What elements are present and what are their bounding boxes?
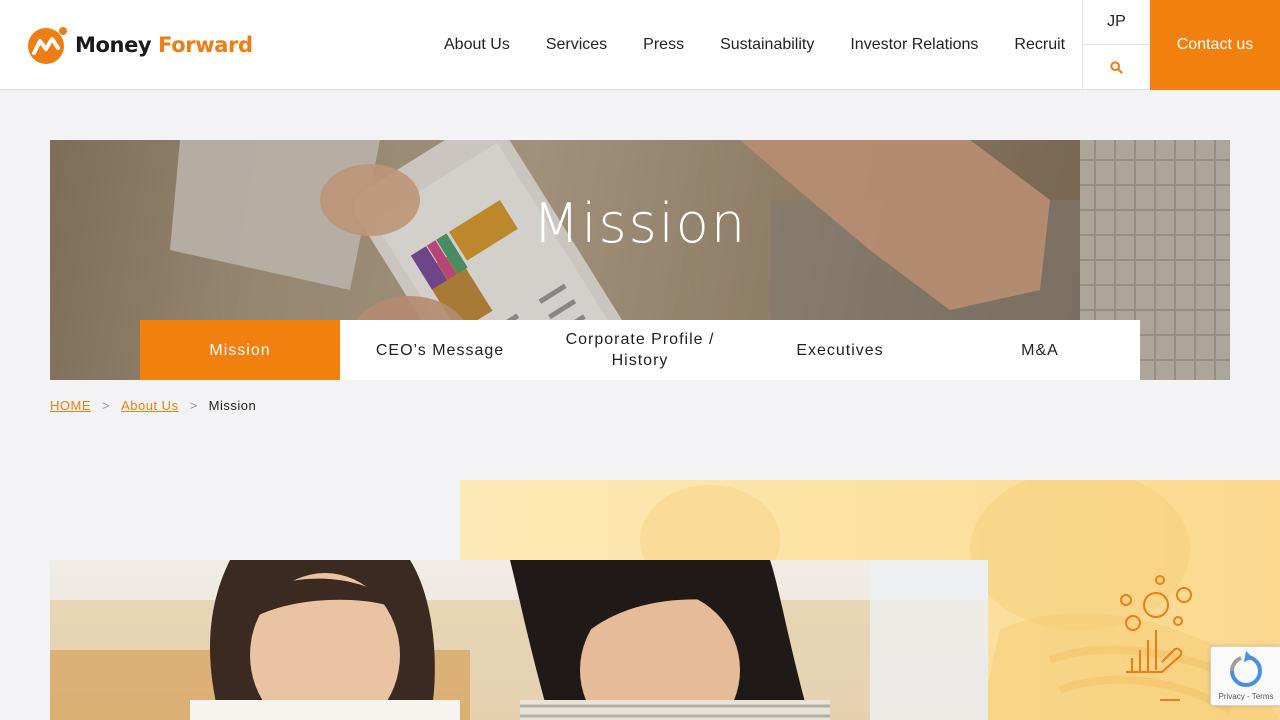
site-header: Money Forward About Us Services Press Su… (0, 0, 1280, 90)
breadcrumb-separator: > (189, 398, 198, 413)
breadcrumb-current: Mission (208, 398, 257, 413)
subnav-m-and-a[interactable]: M&A (940, 320, 1140, 380)
contact-us-button[interactable]: Contact us (1150, 0, 1280, 90)
logo-wordmark: Money Forward (75, 33, 253, 57)
growth-hand-icon (1120, 575, 1192, 701)
nav-press[interactable]: Press (625, 36, 702, 54)
search-icon (1110, 60, 1123, 74)
nav-investor-relations[interactable]: Investor Relations (832, 36, 996, 54)
language-switch[interactable]: JP (1083, 0, 1150, 45)
nav-about-us[interactable]: About Us (426, 36, 528, 54)
utility-box: JP (1082, 0, 1150, 89)
breadcrumb-about-us[interactable]: About Us (121, 398, 178, 413)
recaptcha-icon (1230, 651, 1262, 687)
nav-sustainability[interactable]: Sustainability (702, 36, 832, 54)
breadcrumb-home[interactable]: HOME (50, 398, 91, 413)
recaptcha-terms[interactable]: Privacy - Terms (1211, 692, 1280, 701)
nav-services[interactable]: Services (528, 36, 625, 54)
recaptcha-badge[interactable]: Privacy - Terms (1210, 646, 1280, 706)
breadcrumb: HOME > About Us > Mission (50, 398, 256, 413)
subnav-corporate-profile-history[interactable]: Corporate Profile / History (540, 320, 740, 380)
subnav-mission[interactable]: Mission (140, 320, 340, 380)
subnav-executives[interactable]: Executives (740, 320, 940, 380)
people-photo (50, 560, 988, 720)
about-subnav: Mission CEO’s Message Corporate Profile … (140, 320, 1140, 380)
money-forward-logo[interactable]: Money Forward (27, 26, 253, 64)
nav-recruit[interactable]: Recruit (996, 36, 1083, 54)
main-nav: About Us Services Press Sustainability I… (426, 0, 1083, 89)
breadcrumb-separator: > (102, 398, 111, 413)
subnav-ceo-message[interactable]: CEO’s Message (340, 320, 540, 380)
logo-mark-icon (28, 27, 67, 64)
search-button[interactable] (1083, 45, 1150, 89)
couple-smiling-image (50, 560, 988, 720)
page-title: Mission (532, 192, 748, 255)
